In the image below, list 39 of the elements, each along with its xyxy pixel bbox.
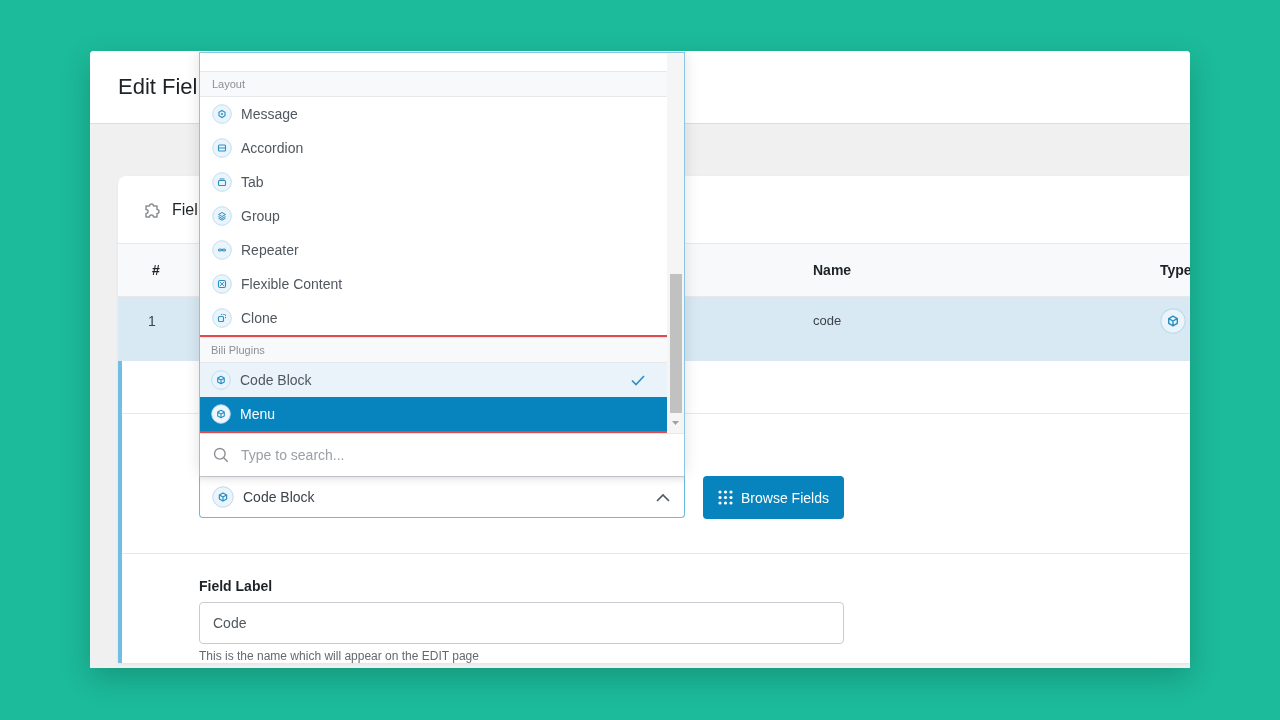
search-icon (213, 447, 229, 463)
dropdown-option[interactable]: Accordion (200, 131, 667, 165)
group-heading: Layout (212, 78, 246, 90)
dropdown-option[interactable]: Menu (200, 397, 667, 431)
field-label: Field Label (199, 578, 274, 594)
square-x-icon (212, 274, 232, 294)
dropdown-option[interactable]: Flexible Content (200, 267, 667, 301)
search-field[interactable]: Type to search... (239, 446, 684, 464)
dropdown-option[interactable]: Code Block (200, 363, 667, 397)
cube-icon (211, 404, 231, 424)
check-icon (631, 374, 645, 386)
window-title: Edit Fiel (118, 74, 198, 100)
cube-icon (1160, 308, 1186, 334)
card-title: Fiel (172, 200, 198, 219)
field-type-select[interactable]: Code Block (199, 476, 685, 518)
layers-icon (212, 206, 232, 226)
column-header: Name (813, 262, 852, 278)
infinity-icon (212, 240, 232, 260)
dropdown-option[interactable]: Repeater (200, 233, 667, 267)
group-heading: Bili Plugins (211, 344, 265, 356)
column-header: # (151, 262, 160, 278)
caret-icon (656, 492, 670, 502)
dropdown-option[interactable]: Clone (200, 301, 667, 335)
scroll-down-arrow-icon (672, 421, 679, 425)
table-cell: code (813, 313, 842, 328)
grid-icon (718, 490, 734, 505)
help-text: This is the name which will appear on the EDIT page (199, 649, 480, 663)
browse-fields-button[interactable]: Browse Fields (703, 476, 844, 519)
dropdown-option[interactable]: Tab (200, 165, 667, 199)
table-cell-text: 1 (147, 313, 156, 329)
cube-icon (211, 370, 231, 390)
dropdown-option[interactable]: Message (200, 97, 667, 131)
tab-icon (212, 172, 232, 192)
text-field[interactable]: Code (199, 602, 844, 644)
copy-icon (212, 308, 232, 328)
scrollbar[interactable] (667, 53, 684, 433)
dropdown-option[interactable]: Group (200, 199, 667, 233)
list-icon (212, 138, 232, 158)
cube-icon (212, 486, 234, 508)
